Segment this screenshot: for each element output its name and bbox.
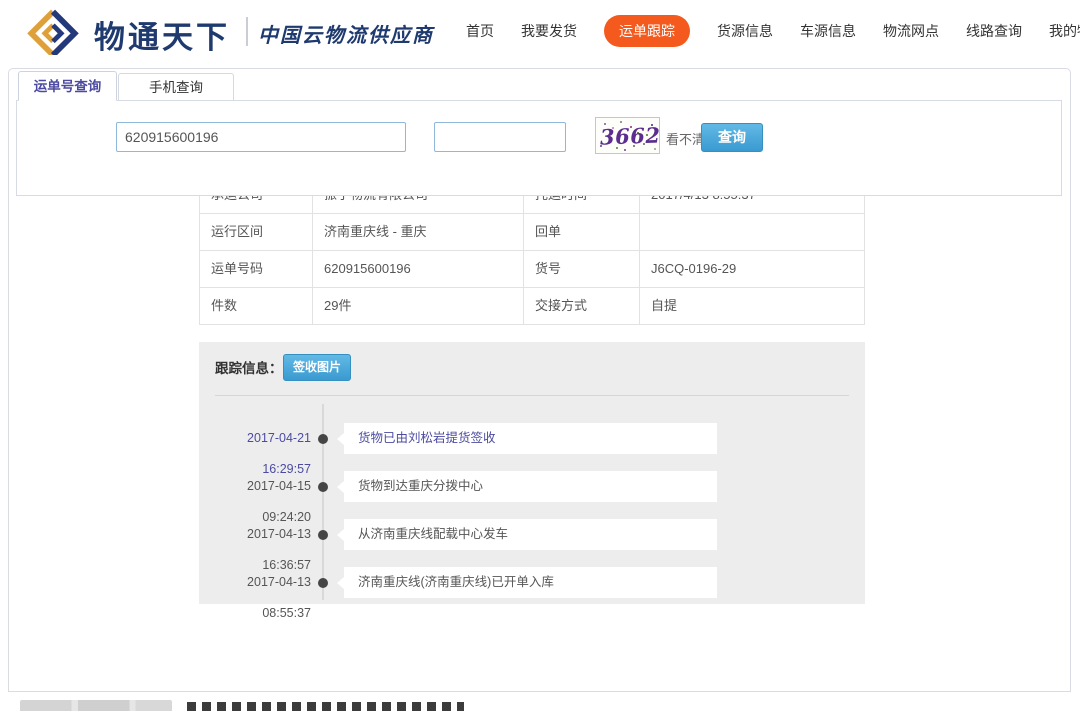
- timeline-dot: [318, 578, 328, 588]
- timeline-status-text: 济南重庆线(济南重庆线)已开单入库: [344, 567, 717, 598]
- captcha-noise-dots: [596, 118, 598, 120]
- label-waybill-number: 运单号码: [200, 251, 313, 287]
- value-waybill-number: 620915600196: [313, 251, 524, 287]
- value-receipt: [640, 214, 864, 250]
- search-button[interactable]: 查询: [701, 123, 763, 152]
- timeline-card-notch: [337, 433, 344, 445]
- nav-item-vehicle-info[interactable]: 车源信息: [800, 21, 856, 41]
- nav-item-route-query[interactable]: 线路查询: [966, 21, 1022, 41]
- nav-item-my-account[interactable]: 我的物通天下: [1049, 21, 1080, 41]
- brand-logo-icon: [24, 9, 82, 55]
- captcha-code-text: 366231: [600, 121, 660, 149]
- waybill-number-input[interactable]: [116, 122, 406, 152]
- timeline-status-text: 货物到达重庆分拨中心: [344, 471, 717, 502]
- footer-logo-placeholder: [20, 700, 172, 711]
- tracking-section-label: 跟踪信息：: [215, 357, 283, 377]
- nav-item-home[interactable]: 首页: [466, 21, 494, 41]
- timeline-timestamp: 2017-04-13 16:36:57: [199, 519, 311, 550]
- table-row: 运单号码 620915600196 货号 J6CQ-0196-29: [199, 251, 865, 288]
- brand-separator: [246, 17, 248, 46]
- tab-phone-query[interactable]: 手机查询: [118, 73, 234, 101]
- label-receipt: 回单: [524, 214, 640, 250]
- value-route-section: 济南重庆线 - 重庆: [313, 214, 524, 250]
- timeline-entry: 2017-04-15 09:24:20 货物到达重庆分拨中心: [199, 471, 865, 502]
- nav-item-waybill-tracking[interactable]: 运单跟踪: [604, 15, 690, 47]
- value-handover-method: 自提: [640, 288, 864, 324]
- timeline-entry: 2017-04-13 16:36:57 从济南重庆线配载中心发车: [199, 519, 865, 550]
- captcha-image[interactable]: 366231: [595, 117, 660, 154]
- timeline-timestamp: 2017-04-13 08:55:37: [199, 567, 311, 598]
- timeline-card-notch: [337, 529, 344, 541]
- tracking-divider: [215, 395, 849, 396]
- timeline-status-text: 货物已由刘松岩提货签收: [344, 423, 717, 454]
- timeline-status-text: 从济南重庆线配载中心发车: [344, 519, 717, 550]
- tab-waybill-number-query[interactable]: 运单号查询: [18, 71, 117, 101]
- label-piece-count: 件数: [200, 288, 313, 324]
- brand-name: 物通天下: [94, 12, 230, 57]
- value-piece-count: 29件: [313, 288, 524, 324]
- query-panel: 366231 看不清 查询: [16, 100, 1062, 196]
- nav-item-logistics-outlets[interactable]: 物流网点: [883, 21, 939, 41]
- label-cargo-number: 货号: [524, 251, 640, 287]
- value-cargo-number: J6CQ-0196-29: [640, 251, 864, 287]
- receipt-photo-button[interactable]: 签收图片: [283, 354, 351, 381]
- timeline-dot: [318, 434, 328, 444]
- header: 物通天下 中国云物流供应商 首页 我要发货 运单跟踪 货源信息 车源信息 物流网…: [0, 0, 1080, 62]
- timeline-entry: 2017-04-21 16:29:57 货物已由刘松岩提货签收: [199, 423, 865, 454]
- timeline-timestamp: 2017-04-15 09:24:20: [199, 471, 311, 502]
- timeline-dot: [318, 530, 328, 540]
- brand-tagline: 中国云物流供应商: [258, 19, 434, 48]
- captcha-refresh-link[interactable]: 看不清: [666, 129, 705, 148]
- table-row: 件数 29件 交接方式 自提: [199, 288, 865, 325]
- nav-item-cargo-info[interactable]: 货源信息: [717, 21, 773, 41]
- main-nav: 首页 我要发货 运单跟踪 货源信息 车源信息 物流网点 线路查询 我的物通天下: [466, 0, 1080, 62]
- tracking-panel: 跟踪信息： 签收图片 2017-04-21 16:29:57 货物已由刘松岩提货…: [199, 342, 865, 604]
- timeline-card-notch: [337, 577, 344, 589]
- nav-item-ship[interactable]: 我要发货: [521, 21, 577, 41]
- footer-clipped-text: [187, 702, 464, 711]
- timeline-entry: 2017-04-13 08:55:37 济南重庆线(济南重庆线)已开单入库: [199, 567, 865, 598]
- table-row: 运行区间 济南重庆线 - 重庆 回单: [199, 214, 865, 251]
- timeline-timestamp: 2017-04-21 16:29:57: [199, 423, 311, 454]
- timeline-card-notch: [337, 481, 344, 493]
- timeline-dot: [318, 482, 328, 492]
- captcha-input[interactable]: [434, 122, 566, 152]
- footer-clipped-strip: [0, 698, 1080, 711]
- label-handover-method: 交接方式: [524, 288, 640, 324]
- label-route-section: 运行区间: [200, 214, 313, 250]
